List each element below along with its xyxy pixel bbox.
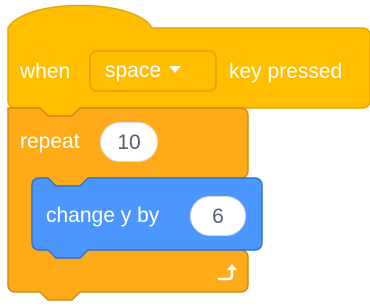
key-dropdown[interactable]: space <box>89 50 217 92</box>
key-dropdown-value: space <box>105 59 162 82</box>
key-pressed-label: key pressed <box>229 60 343 83</box>
when-label: when <box>20 60 71 83</box>
change-y-by-label: change y by <box>46 204 160 227</box>
caret-down-icon <box>169 66 182 74</box>
scratch-script-canvas: when space key pressed repeat 10 change … <box>0 0 370 307</box>
repeat-count-input[interactable]: 10 <box>100 122 158 162</box>
repeat-label: repeat <box>20 130 80 153</box>
loop-arrow-icon <box>217 264 237 281</box>
change-y-value-input[interactable]: 6 <box>190 196 246 236</box>
